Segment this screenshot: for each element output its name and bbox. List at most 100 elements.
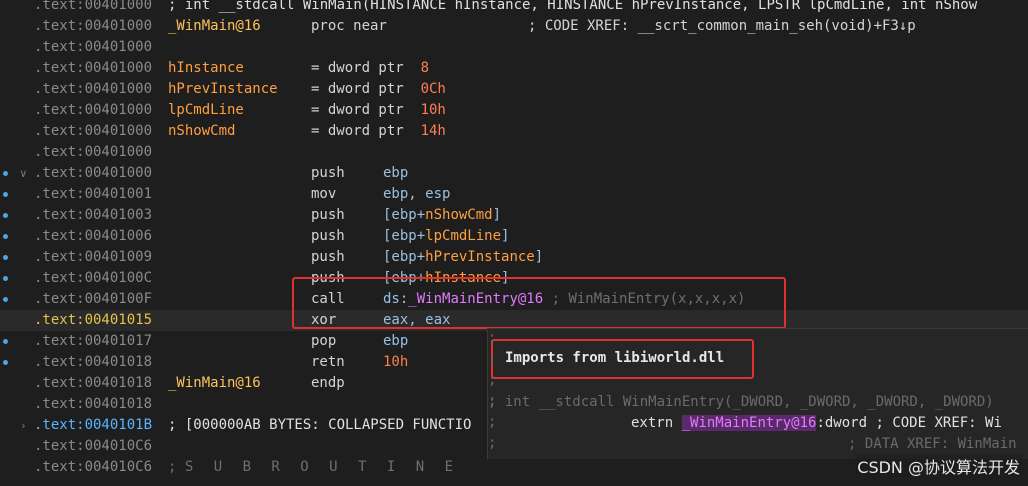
tooltip-gutter-semicolon: ;	[488, 414, 497, 430]
address: .text:00401018	[34, 396, 153, 412]
gutter	[0, 79, 34, 100]
mnemonic: xor	[311, 312, 337, 328]
listing-line[interactable]: .text:00401009 push [ebp+hPrevInstance]	[0, 247, 1028, 268]
listing-line[interactable]: .text:00401000 ; int __stdcall WinMain(HI…	[0, 0, 1028, 16]
label-or-comment: lpCmdLine	[168, 102, 244, 118]
listing-line[interactable]: .text:00401006 push [ebp+lpCmdLine]	[0, 226, 1028, 247]
gutter	[0, 205, 34, 226]
mnemonic: mov	[311, 186, 337, 202]
address: .text:004010C6	[34, 459, 153, 475]
tooltip-gutter-semicolon: ;	[488, 372, 497, 388]
fold-toggle-icon[interactable]: ∨	[20, 163, 27, 184]
address: .text:00401000	[34, 165, 153, 181]
listing-line[interactable]: .text:0040100C push [ebp+hInstance]	[0, 268, 1028, 289]
mnemonic: call	[311, 291, 345, 307]
gutter	[0, 457, 34, 478]
mnemonic: retn	[311, 354, 345, 370]
address: .text:0040100F	[34, 291, 153, 307]
listing-line[interactable]: .text:00401000 hPrevInstance = dword ptr 0…	[0, 79, 1028, 100]
label-or-comment: _WinMain@16	[168, 18, 261, 34]
listing-line[interactable]: .text:00401000	[0, 37, 1028, 58]
gutter	[0, 247, 34, 268]
imports-tooltip: Imports from libiworld.dll ; int __stdca…	[487, 328, 1028, 459]
breakpoint-dot-icon[interactable]	[3, 192, 8, 197]
address: .text:00401009	[34, 249, 153, 265]
xref-comment: ; CODE XREF: __scrt_common_main_seh(void…	[528, 18, 916, 34]
address: .text:0040100C	[34, 270, 153, 286]
mnemonic: endp	[311, 375, 345, 391]
listing-line[interactable]: .text:00401001 mov ebp, esp	[0, 184, 1028, 205]
label-or-comment: ; int __stdcall WinMain(HINSTANCE hInsta…	[168, 0, 978, 13]
tooltip-extrn-line: extrn _WinMainEntry@16:dword ; CODE XREF…	[488, 413, 1002, 434]
address: .text:00401000	[34, 144, 153, 160]
watermark: CSDN @协议算法开发	[855, 454, 1022, 478]
breakpoint-dot-icon[interactable]	[3, 276, 8, 281]
breakpoint-dot-icon[interactable]	[3, 213, 8, 218]
address: .text:0040101B	[34, 417, 153, 433]
address: .text:004010C6	[34, 438, 153, 454]
breakpoint-dot-icon[interactable]	[3, 297, 8, 302]
mnemonic: pop	[311, 333, 337, 349]
address: .text:00401000	[34, 39, 153, 55]
breakpoint-dot-icon[interactable]	[3, 171, 8, 176]
gutter	[0, 310, 34, 331]
address: .text:00401003	[34, 207, 153, 223]
tooltip-title: Imports from libiworld.dll	[505, 350, 725, 366]
extrn-type: :dword	[816, 415, 868, 431]
fold-toggle-icon[interactable]: ›	[20, 415, 27, 436]
address: .text:00401017	[34, 333, 153, 349]
label-or-comment: _WinMain@16	[168, 375, 261, 391]
gutter: ›	[0, 415, 34, 436]
gutter	[0, 100, 34, 121]
gutter	[0, 289, 34, 310]
operand: ds:_WinMainEntry@16 ; WinMainEntry(x,x,x…	[383, 291, 746, 307]
address: .text:00401015	[34, 312, 153, 328]
tooltip-prototype: ; int __stdcall WinMainEntry(_DWORD, _DW…	[488, 394, 994, 410]
label-or-comment: hInstance	[168, 60, 244, 76]
address: .text:00401000	[34, 123, 153, 139]
address: .text:00401000	[34, 81, 153, 97]
gutter	[0, 16, 34, 37]
listing-line[interactable]: .text:00401000 lpCmdLine = dword ptr 10h	[0, 100, 1028, 121]
gutter	[0, 331, 34, 352]
label-or-comment: hPrevInstance	[168, 81, 278, 97]
label-or-comment: ; [000000AB BYTES: COLLAPSED FUNCTIO	[168, 417, 472, 433]
operand: ebp	[383, 333, 409, 349]
operand: eax, eax	[383, 312, 451, 328]
breakpoint-dot-icon[interactable]	[3, 234, 8, 239]
listing-line[interactable]: .text:0040100F call ds:_WinMainEntry@16 ; …	[0, 289, 1028, 310]
mnemonic: push	[311, 270, 345, 286]
operand: ebp, esp	[383, 186, 451, 202]
operand: [ebp+hPrevInstance]	[383, 249, 544, 265]
listing-line[interactable]: .text:00401000	[0, 142, 1028, 163]
mnemonic: push	[311, 249, 345, 265]
gutter	[0, 373, 34, 394]
label-or-comment: nShowCmd	[168, 123, 236, 139]
label-or-comment: ; S U B R O U T I N E	[168, 459, 460, 475]
address: .text:00401000	[34, 102, 153, 118]
address: .text:00401006	[34, 228, 153, 244]
breakpoint-dot-icon[interactable]	[3, 255, 8, 260]
breakpoint-dot-icon[interactable]	[3, 360, 8, 365]
gutter	[0, 0, 34, 16]
extrn-xref: ; CODE XREF: Wi	[875, 415, 1002, 431]
breakpoint-dot-icon[interactable]	[3, 339, 8, 344]
gutter	[0, 352, 34, 373]
address: .text:00401018	[34, 354, 153, 370]
gutter	[0, 37, 34, 58]
operand: [ebp+nShowCmd]	[383, 207, 502, 223]
extrn-symbol[interactable]: _WinMainEntry@16	[681, 415, 817, 431]
listing-line[interactable]: .text:00401003 push [ebp+nShowCmd]	[0, 205, 1028, 226]
gutter: ∨	[0, 163, 34, 184]
listing-line[interactable]: ∨ .text:00401000 push ebp	[0, 163, 1028, 184]
listing-line[interactable]: .text:00401000 hInstance = dword ptr 8	[0, 58, 1028, 79]
tooltip-gutter-semicolon: ;	[488, 393, 497, 409]
tooltip-gutter-semicolon: ;	[488, 435, 497, 451]
operand: ebp	[383, 165, 409, 181]
extrn-keyword: extrn	[631, 415, 674, 431]
gutter	[0, 58, 34, 79]
listing-line[interactable]: .text:00401000 nShowCmd = dword ptr 14h	[0, 121, 1028, 142]
address: .text:00401000	[34, 18, 153, 34]
listing-line[interactable]: .text:00401000 _WinMain@16 proc near ; CODE…	[0, 16, 1028, 37]
mnemonic: proc near	[311, 18, 387, 34]
